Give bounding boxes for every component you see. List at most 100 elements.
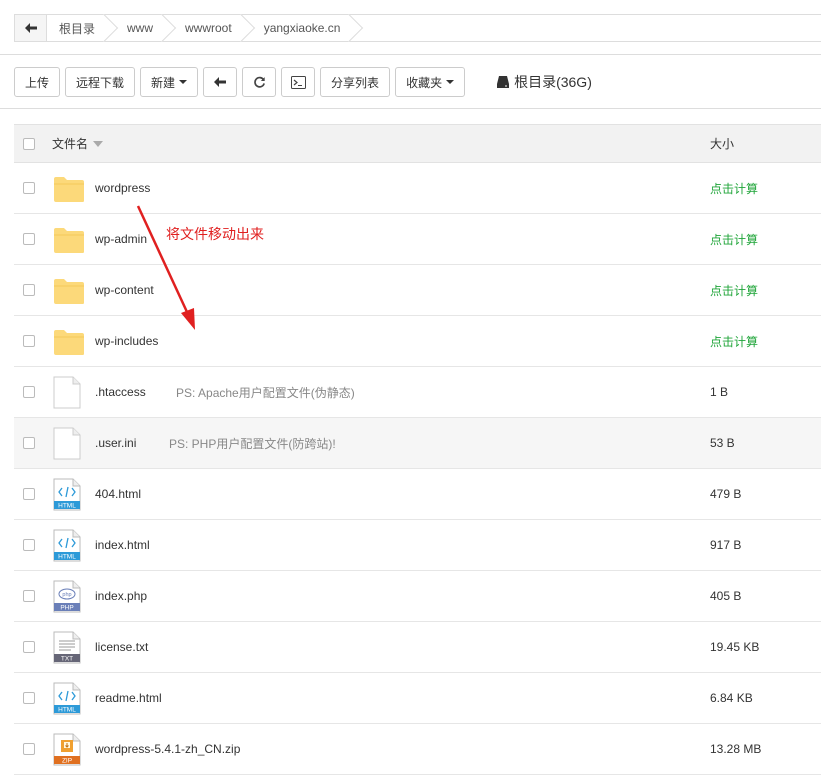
table-row[interactable]: wp-admin 点击计算: [14, 214, 821, 265]
folder-icon: [53, 328, 85, 359]
file-name[interactable]: wordpress-5.4.1-zh_CN.zip: [95, 742, 240, 756]
svg-text:TXT: TXT: [61, 656, 73, 663]
upload-button[interactable]: 上传: [14, 67, 61, 97]
disk-indicator[interactable]: 根目录(36G): [496, 72, 592, 92]
txt-file-icon: TXT: [53, 631, 81, 667]
folder-icon: [53, 226, 85, 257]
terminal-icon: [290, 75, 306, 89]
zip-file-icon: ZIP: [53, 733, 81, 769]
file-icon: [53, 427, 81, 463]
hard-drive-icon: [497, 76, 510, 88]
go-back-button[interactable]: [203, 67, 238, 97]
disk-label: 根目录(36G): [514, 74, 592, 90]
table-row[interactable]: HTML index.html 917 B: [14, 520, 821, 571]
file-name[interactable]: wp-includes: [95, 334, 158, 348]
folder-icon: [53, 277, 85, 308]
file-size: 6.84 KB: [710, 691, 753, 705]
row-checkbox[interactable]: [23, 641, 35, 653]
file-name[interactable]: .user.ini: [95, 436, 136, 450]
column-header-name[interactable]: 文件名: [52, 135, 104, 152]
column-header-size[interactable]: 大小: [710, 135, 734, 152]
table-row[interactable]: wp-content 点击计算: [14, 265, 821, 316]
breadcrumb-item-wwwroot[interactable]: wwwroot: [165, 15, 244, 41]
table-row[interactable]: TXT license.txt 19.45 KB: [14, 622, 821, 673]
row-checkbox[interactable]: [23, 386, 35, 398]
table-row[interactable]: .htaccess PS: Apache用户配置文件(伪静态) 1 B: [14, 367, 821, 418]
file-name[interactable]: .htaccess: [95, 385, 146, 399]
breadcrumb-item-root[interactable]: 根目录: [47, 15, 107, 41]
calculate-size-link[interactable]: 点击计算: [710, 333, 758, 350]
file-size: 917 B: [710, 538, 742, 552]
svg-text:HTML: HTML: [58, 554, 76, 561]
svg-text:PHP: PHP: [60, 605, 73, 612]
row-checkbox[interactable]: [23, 539, 35, 551]
file-name[interactable]: wp-content: [95, 283, 154, 297]
svg-text:HTML: HTML: [58, 707, 76, 714]
file-name[interactable]: wordpress: [95, 181, 150, 195]
caret-down-icon: [446, 80, 455, 84]
html-file-icon: HTML: [53, 682, 81, 718]
file-rows: wordpress 点击计算 wp-admin 点击计算 wp-content 点击计算 w…: [14, 163, 821, 775]
file-table: 文件名 大小 wordpress 点击计算 wp-admin 点击计算 wp-conte…: [14, 124, 821, 775]
html-file-icon: HTML: [53, 529, 81, 565]
share-list-button[interactable]: 分享列表: [320, 67, 391, 97]
favorites-dropdown-button[interactable]: 收藏夹: [395, 67, 466, 97]
file-note: PS: PHP用户配置文件(防跨站)!: [169, 436, 336, 451]
back-arrow-button[interactable]: [15, 15, 47, 41]
table-row[interactable]: php PHP index.php 405 B: [14, 571, 821, 622]
caret-down-icon: [179, 80, 188, 84]
row-checkbox[interactable]: [23, 692, 35, 704]
file-size: 19.45 KB: [710, 640, 760, 654]
file-name[interactable]: index.html: [95, 538, 150, 552]
toolbar: 上传 远程下载 新建 分享列表 收藏夹 根目录(36G): [14, 67, 592, 97]
row-checkbox[interactable]: [23, 233, 35, 245]
new-dropdown-button[interactable]: 新建: [140, 67, 199, 97]
terminal-button[interactable]: [281, 67, 316, 97]
folder-icon: [53, 175, 85, 206]
svg-text:HTML: HTML: [58, 503, 76, 510]
php-file-icon: php PHP: [53, 580, 81, 616]
arrow-left-icon: [214, 77, 227, 87]
file-size: 13.28 MB: [710, 742, 762, 756]
row-checkbox[interactable]: [23, 182, 35, 194]
table-row[interactable]: .user.ini PS: PHP用户配置文件(防跨站)! 53 B: [14, 418, 821, 469]
remote-download-button[interactable]: 远程下载: [65, 67, 136, 97]
file-size: 53 B: [710, 436, 735, 450]
table-row[interactable]: HTML 404.html 479 B: [14, 469, 821, 520]
file-size: 479 B: [710, 487, 742, 501]
refresh-button[interactable]: [242, 67, 277, 97]
row-checkbox[interactable]: [23, 335, 35, 347]
file-name[interactable]: license.txt: [95, 640, 148, 654]
row-checkbox[interactable]: [23, 284, 35, 296]
file-name[interactable]: 404.html: [95, 487, 141, 501]
file-name[interactable]: readme.html: [95, 691, 162, 705]
annotation-text: 将文件移动出来: [166, 226, 264, 242]
refresh-icon: [253, 76, 265, 88]
row-checkbox[interactable]: [23, 488, 35, 500]
svg-text:ZIP: ZIP: [62, 758, 72, 765]
calculate-size-link[interactable]: 点击计算: [710, 282, 758, 299]
svg-text:php: php: [62, 592, 71, 598]
file-name[interactable]: index.php: [95, 589, 147, 603]
row-checkbox[interactable]: [23, 743, 35, 755]
file-name[interactable]: wp-admin: [95, 232, 147, 246]
arrow-left-icon: [24, 23, 37, 33]
table-row[interactable]: HTML readme.html 6.84 KB: [14, 673, 821, 724]
file-size: 405 B: [710, 589, 742, 603]
file-icon: [53, 376, 81, 412]
calculate-size-link[interactable]: 点击计算: [710, 231, 758, 248]
table-row[interactable]: wordpress 点击计算: [14, 163, 821, 214]
row-checkbox[interactable]: [23, 437, 35, 449]
breadcrumb: 根目录 www wwwroot yangxiaoke.cn: [14, 14, 821, 42]
breadcrumb-item-site[interactable]: yangxiaoke.cn: [244, 15, 353, 41]
table-row[interactable]: ZIP wordpress-5.4.1-zh_CN.zip 13.28 MB: [14, 724, 821, 775]
sort-caret-icon: [93, 140, 104, 147]
table-header: 文件名 大小: [14, 124, 821, 163]
file-note: PS: Apache用户配置文件(伪静态): [176, 385, 355, 400]
divider: [0, 108, 821, 109]
table-row[interactable]: wp-includes 点击计算: [14, 316, 821, 367]
calculate-size-link[interactable]: 点击计算: [710, 180, 758, 197]
html-file-icon: HTML: [53, 478, 81, 514]
select-all-checkbox[interactable]: [23, 137, 35, 150]
row-checkbox[interactable]: [23, 590, 35, 602]
